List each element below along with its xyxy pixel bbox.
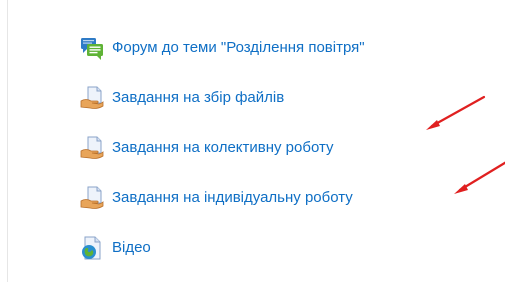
assignment-icon [80, 186, 104, 210]
video-file-icon [80, 236, 104, 260]
activity-assignment-individual[interactable]: Завдання на індивідуальну роботу [80, 173, 365, 223]
activity-assignment-files[interactable]: Завдання на збір файлів [80, 73, 365, 123]
forum-icon [80, 36, 104, 60]
activity-assignment-group[interactable]: Завдання на колективну роботу [80, 123, 365, 173]
activity-assignment-individual-link[interactable]: Завдання на індивідуальну роботу [112, 188, 353, 208]
course-page: Форум до теми "Розділення повітря" Завда… [0, 0, 505, 282]
activity-forum-link[interactable]: Форум до теми "Розділення повітря" [112, 38, 365, 58]
assignment-icon [80, 86, 104, 110]
activity-assignment-group-link[interactable]: Завдання на колективну роботу [112, 138, 334, 158]
activity-forum[interactable]: Форум до теми "Розділення повітря" [80, 23, 365, 73]
activity-assignment-files-link[interactable]: Завдання на збір файлів [112, 88, 284, 108]
annotation-arrow-icon [454, 161, 505, 194]
annotation-arrow-icon [426, 95, 486, 130]
assignment-icon [80, 136, 104, 160]
activity-list: Форум до теми "Розділення повітря" Завда… [80, 23, 365, 273]
section-divider [7, 0, 8, 282]
activity-video[interactable]: Відео [80, 223, 365, 273]
activity-video-link[interactable]: Відео [112, 238, 151, 258]
